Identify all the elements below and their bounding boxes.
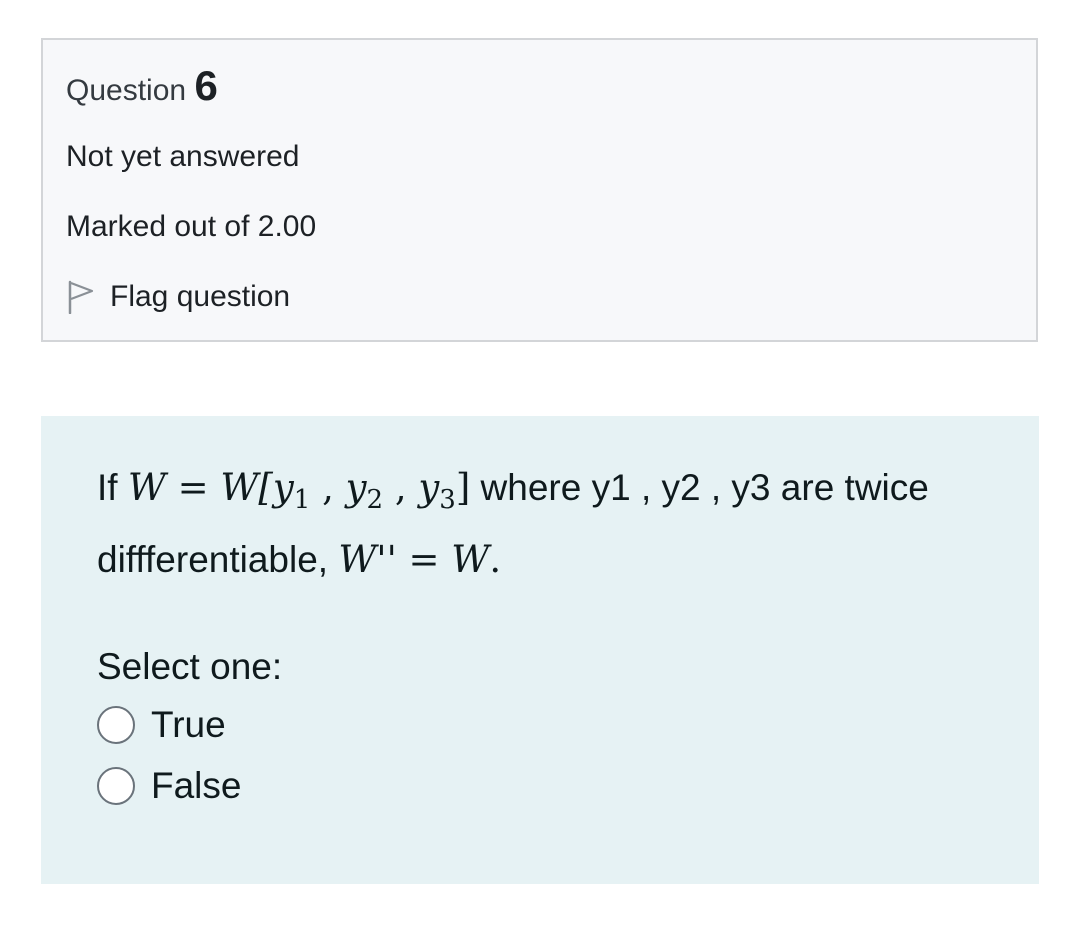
math-equals-2: = bbox=[396, 538, 452, 581]
math-y1: y bbox=[272, 466, 294, 509]
answer-label-true: True bbox=[151, 704, 226, 745]
math-period: . bbox=[489, 538, 502, 581]
flag-question-label: Flag question bbox=[110, 280, 291, 313]
question-grade: Marked out of 2.00 bbox=[66, 210, 317, 243]
math-w: W bbox=[127, 466, 166, 509]
question-state: Not yet answered bbox=[66, 140, 300, 173]
question-info-panel: Question 6 Not yet answered Marked out o… bbox=[41, 38, 1038, 342]
math-y3: y bbox=[418, 466, 440, 509]
answer-option-true[interactable]: True bbox=[97, 704, 226, 746]
math-y2: y bbox=[345, 466, 367, 509]
math-sep-2: , bbox=[383, 466, 419, 509]
math-sub-1: 1 bbox=[293, 485, 311, 515]
math-sub-3: 3 bbox=[439, 485, 456, 515]
math-equals: = bbox=[165, 466, 221, 509]
math-sep-1: , bbox=[310, 466, 346, 509]
math-sub-2: 2 bbox=[366, 485, 384, 515]
math-close-bracket: ] bbox=[455, 466, 471, 509]
math-w-bracket: W[ bbox=[220, 466, 273, 509]
answer-label-false: False bbox=[151, 765, 242, 806]
flag-question-toggle[interactable]: Flag question bbox=[66, 280, 291, 315]
math-expression-second-derivative: W'' = W. bbox=[338, 538, 501, 581]
question-label: Question bbox=[66, 74, 187, 107]
question-number: 6 bbox=[194, 62, 218, 109]
answer-option-false[interactable]: False bbox=[97, 765, 241, 807]
select-one-prompt: Select one: bbox=[97, 646, 283, 687]
question-text: If W = W[y1 , y2 , y3] where y1 , y2 , y… bbox=[97, 452, 1007, 596]
question-content-panel: If W = W[y1 , y2 , y3] where y1 , y2 , y… bbox=[41, 416, 1039, 884]
question-intro: If bbox=[97, 467, 128, 508]
math-w-2: W bbox=[451, 538, 490, 581]
math-expression-wronskian: W = W[y1 , y2 , y3] bbox=[127, 466, 471, 513]
question-number-heading: Question 6 bbox=[66, 62, 218, 110]
math-w-double-prime: W'' bbox=[338, 538, 397, 581]
radio-false[interactable] bbox=[97, 767, 135, 805]
radio-true[interactable] bbox=[97, 706, 135, 744]
flag-outline-icon bbox=[66, 280, 96, 315]
